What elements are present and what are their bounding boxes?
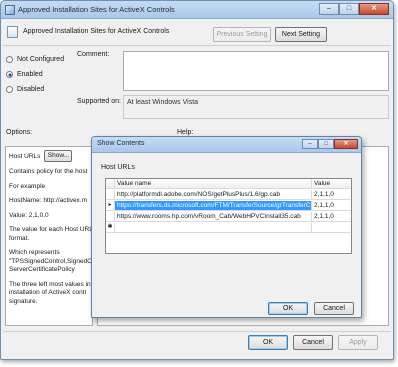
row-value[interactable]: 2,1,1,0 xyxy=(312,212,351,221)
minimize-button[interactable]: – xyxy=(319,3,339,15)
cancel-button[interactable]: Cancel xyxy=(293,335,333,350)
divider xyxy=(3,45,391,46)
options-text: Value: 2,1,0,0 xyxy=(9,211,49,219)
options-text: Contains policy for the host xyxy=(9,168,88,175)
radio-not-configured[interactable]: Not Configured xyxy=(6,56,64,63)
row-value[interactable]: 2,1,1,0 xyxy=(312,201,351,210)
row-value-name[interactable]: https://transfers.ds.microsoft.com/FTM/T… xyxy=(115,201,312,210)
title-bar[interactable]: Approved Installation Sites for ActiveX … xyxy=(1,1,393,19)
table-row[interactable]: http://platformdl.adobe.com/NOS/getPlusP… xyxy=(106,190,351,200)
options-label: Options: xyxy=(6,129,33,136)
options-text: installation of ActiveX contr xyxy=(9,289,87,296)
dialog-title: Show Contents xyxy=(97,140,145,147)
previous-setting-button[interactable]: Previous Setting xyxy=(213,27,271,42)
options-text: HostName: http://activex.m xyxy=(9,197,88,204)
ok-button[interactable]: OK xyxy=(248,335,288,350)
row-value-name[interactable]: http://platformdl.adobe.com/NOS/getPlusP… xyxy=(115,190,312,199)
dialog-maximize-button[interactable]: □ xyxy=(318,139,334,149)
help-label: Help: xyxy=(177,129,194,136)
show-button[interactable]: Show... xyxy=(44,150,73,162)
options-text: For example xyxy=(9,182,46,190)
dialog-minimize-button[interactable]: – xyxy=(302,139,318,149)
dialog-close-button[interactable]: ✕ xyxy=(334,139,358,149)
radio-label: Enabled xyxy=(17,71,43,78)
radio-enabled[interactable]: Enabled xyxy=(6,71,43,78)
row-value-name[interactable] xyxy=(115,223,312,232)
setting-icon xyxy=(7,26,18,38)
apply-button[interactable]: Apply xyxy=(338,335,378,350)
options-text: ServerCertificatePolicy xyxy=(9,266,75,273)
options-text: The value for each Host URL xyxy=(9,226,93,233)
close-button[interactable]: ✕ xyxy=(359,3,389,15)
comment-field[interactable] xyxy=(123,51,389,91)
column-header-value-name[interactable]: Value name xyxy=(115,179,312,188)
comment-label: Comment: xyxy=(77,51,110,58)
window-title: Approved Installation Sites for ActiveX … xyxy=(18,5,175,14)
options-text: Which represents xyxy=(9,249,60,256)
options-text: format. xyxy=(9,234,30,242)
new-row-icon: ✱ xyxy=(106,223,115,232)
radio-selected-icon xyxy=(6,71,13,78)
row-value[interactable]: 2,1,1,0 xyxy=(312,190,351,199)
radio-disabled[interactable]: Disabled xyxy=(6,86,44,93)
show-contents-dialog: Show Contents – □ ✕ Host URLs Value name… xyxy=(91,136,362,318)
radio-label: Not Configured xyxy=(17,56,65,63)
new-row[interactable]: ✱ xyxy=(106,223,351,233)
radio-icon xyxy=(6,86,13,93)
next-setting-button[interactable]: Next Setting xyxy=(275,27,327,42)
dialog-cancel-button[interactable]: Cancel xyxy=(314,302,354,315)
radio-icon xyxy=(6,56,13,63)
supported-on-value: At least Windows Vista xyxy=(123,95,389,119)
maximize-button[interactable]: □ xyxy=(339,3,359,15)
dialog-title-bar[interactable]: Show Contents – □ ✕ xyxy=(92,137,361,153)
options-text: The three left most values in xyxy=(9,280,91,288)
row-pointer-icon: ▸ xyxy=(106,201,115,210)
table-row[interactable]: ▸ https://transfers.ds.microsoft.com/FTM… xyxy=(106,201,351,211)
policy-icon xyxy=(5,5,15,15)
supported-on-label: Supported on: xyxy=(77,98,121,105)
dialog-ok-button[interactable]: OK xyxy=(268,302,308,315)
host-urls-label: Host URLs xyxy=(9,152,41,160)
divider xyxy=(3,331,391,332)
policy-name: Approved Installation Sites for ActiveX … xyxy=(23,28,170,35)
policy-editor-window: Approved Installation Sites for ActiveX … xyxy=(0,0,394,360)
row-value[interactable] xyxy=(312,223,351,232)
radio-label: Disabled xyxy=(17,86,45,93)
dialog-section-label: Host URLs xyxy=(101,164,135,171)
options-text: signature. xyxy=(9,297,38,305)
column-header-value[interactable]: Value xyxy=(312,179,351,188)
options-panel: Host URLs Show... Contains policy for th… xyxy=(5,146,93,326)
table-row[interactable]: https://www.rooms.hp.com/vRoom_Cab/WebHP… xyxy=(106,212,351,222)
host-urls-grid: Value name Value http://platformdl.adobe… xyxy=(105,178,352,254)
options-text: "TPSSignedControl,SignedCo xyxy=(9,257,93,265)
grid-header: Value name Value xyxy=(106,179,351,189)
row-value-name[interactable]: https://www.rooms.hp.com/vRoom_Cab/WebHP… xyxy=(115,212,312,221)
